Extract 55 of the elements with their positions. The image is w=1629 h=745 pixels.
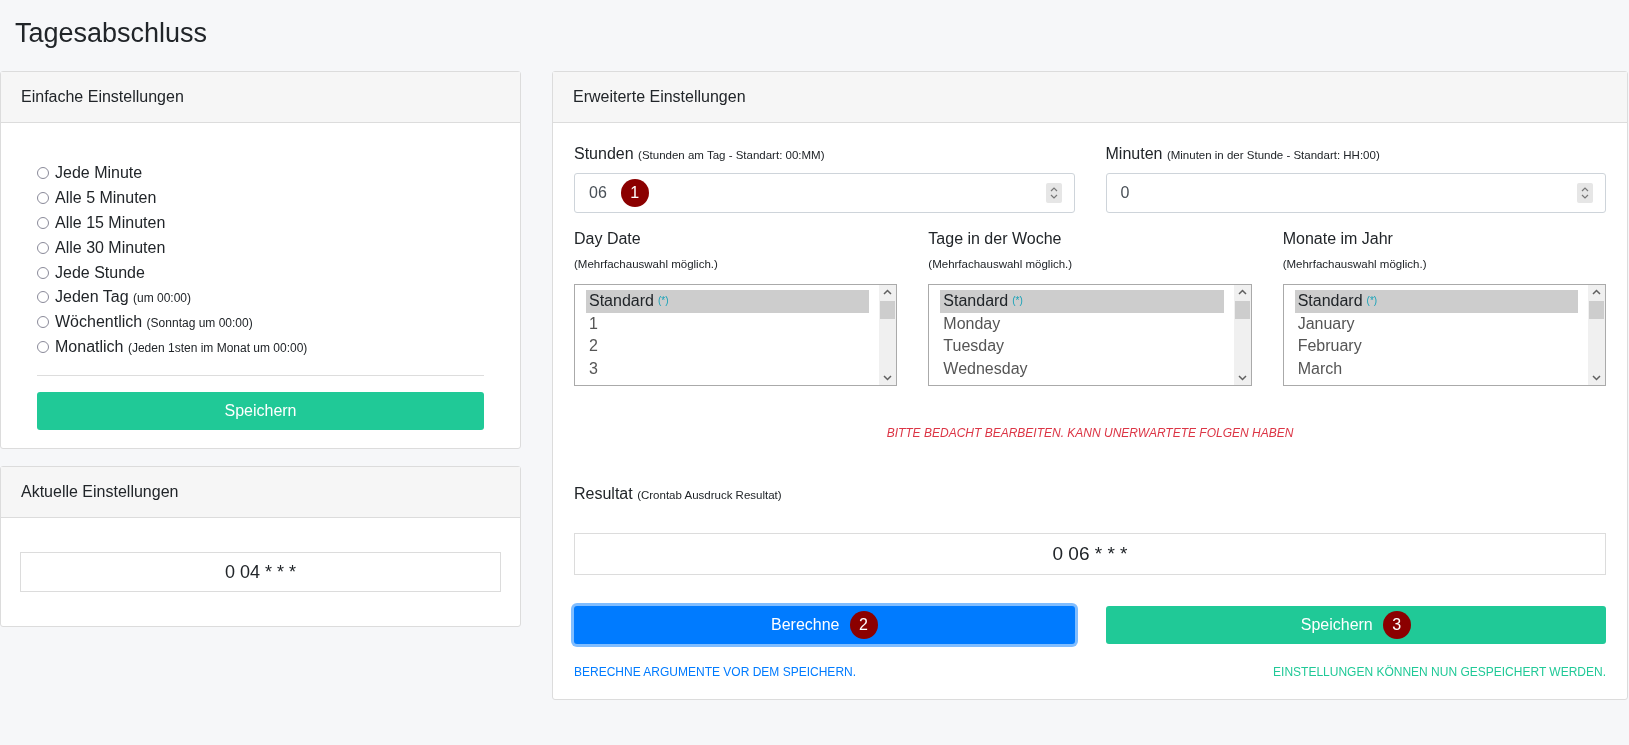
field-hint: (Mehrfachauswahl möglich.) xyxy=(928,258,1074,270)
option-label[interactable]: Alle 30 Minuten xyxy=(55,238,166,257)
option-label[interactable]: Jede Stunde xyxy=(55,263,145,282)
status-message: BERECHNE ARGUMENTE VOR DEM SPEICHERN. xyxy=(574,665,857,679)
spinner-icon[interactable] xyxy=(1577,183,1593,203)
field-label: Tage in der Woche xyxy=(928,230,1063,248)
scrollbar[interactable] xyxy=(1233,285,1251,385)
field-label: Day Date xyxy=(574,230,642,248)
multi-select-list[interactable]: Standard (*) Monday Tuesday Wednesday xyxy=(928,284,1252,386)
list-option[interactable]: Tuesday xyxy=(940,335,1224,358)
list-option[interactable]: January xyxy=(1294,312,1578,335)
list-option[interactable]: March xyxy=(1294,357,1578,380)
card-title: Erweiterte Einstellungen xyxy=(573,88,746,106)
multi-select-list[interactable]: Standard (*) January February March xyxy=(1282,284,1606,386)
option-label[interactable]: Wöchentlich (Sonntag um 00:00) xyxy=(55,313,253,332)
cron-output: 0 04 * * * xyxy=(20,552,501,593)
field-label: Stunden (Stunden am Tag - Standart: 00:MM) xyxy=(574,145,826,163)
option-label[interactable]: Jede Minute xyxy=(55,164,143,183)
input-value: 0 xyxy=(1120,184,1130,202)
status-message: EINSTELLUNGEN KÖNNEN NUN GESPEICHERT WERDEN. xyxy=(1273,665,1606,679)
field-hint: (Mehrfachauswahl möglich.) xyxy=(1282,258,1428,270)
step-badge: 3 xyxy=(1382,611,1411,639)
option-label[interactable]: Jeden Tag (um 00:00) xyxy=(55,288,192,307)
option-label[interactable]: Alle 15 Minuten xyxy=(55,214,166,232)
list-option[interactable]: Wednesday xyxy=(940,357,1224,380)
warning-text: BITTE BEDACHT BEARBEITEN. KANN UNERWARTETE FOLGEN HABEN xyxy=(886,426,1294,440)
number-input[interactable]: 0 xyxy=(1105,173,1606,213)
list-option[interactable]: 2 xyxy=(586,335,870,358)
field-hint: (Mehrfachauswahl möglich.) xyxy=(574,258,719,270)
list-option[interactable]: Monday xyxy=(940,312,1224,335)
multi-select-list[interactable]: Standard (*) 1 2 3 xyxy=(574,284,898,386)
list-option[interactable]: Standard (*) xyxy=(586,290,870,313)
list-option[interactable]: Standard (*) xyxy=(1294,290,1578,313)
option-label[interactable]: Monatlich (Jeden 1sten im Monat um 00:00) xyxy=(55,337,308,356)
list-option[interactable]: 1 xyxy=(586,312,870,335)
scrollbar[interactable] xyxy=(1588,285,1605,385)
save-button[interactable]: Speichern 3 xyxy=(1105,606,1606,644)
input-value: 06 xyxy=(589,184,607,202)
list-option[interactable]: Standard (*) xyxy=(940,290,1224,313)
card-title: Einfache Einstellungen xyxy=(21,88,184,106)
option-label[interactable]: Alle 5 Minuten xyxy=(55,189,157,208)
spinner-icon[interactable] xyxy=(1045,183,1062,203)
step-badge: 2 xyxy=(849,611,878,639)
number-input[interactable]: 06 1 xyxy=(574,173,1075,213)
card-title: Aktuelle Einstellungen xyxy=(21,483,179,502)
page-title: Tagesabschluss xyxy=(15,18,208,49)
list-option[interactable]: 3 xyxy=(586,357,870,380)
cron-output: 0 06 * * * xyxy=(574,533,1606,575)
field-label: Monate im Jahr xyxy=(1282,230,1394,248)
calculate-button[interactable]: Berechne 2 xyxy=(574,606,1075,644)
field-label: Resultat (Crontab Ausdruck Resultat) xyxy=(574,485,783,503)
scrollbar[interactable] xyxy=(879,285,897,385)
step-badge: 1 xyxy=(620,179,649,207)
list-option[interactable]: February xyxy=(1294,335,1578,358)
field-label: Minuten (Minuten in der Stunde - Standart: HH:00) xyxy=(1105,145,1381,163)
